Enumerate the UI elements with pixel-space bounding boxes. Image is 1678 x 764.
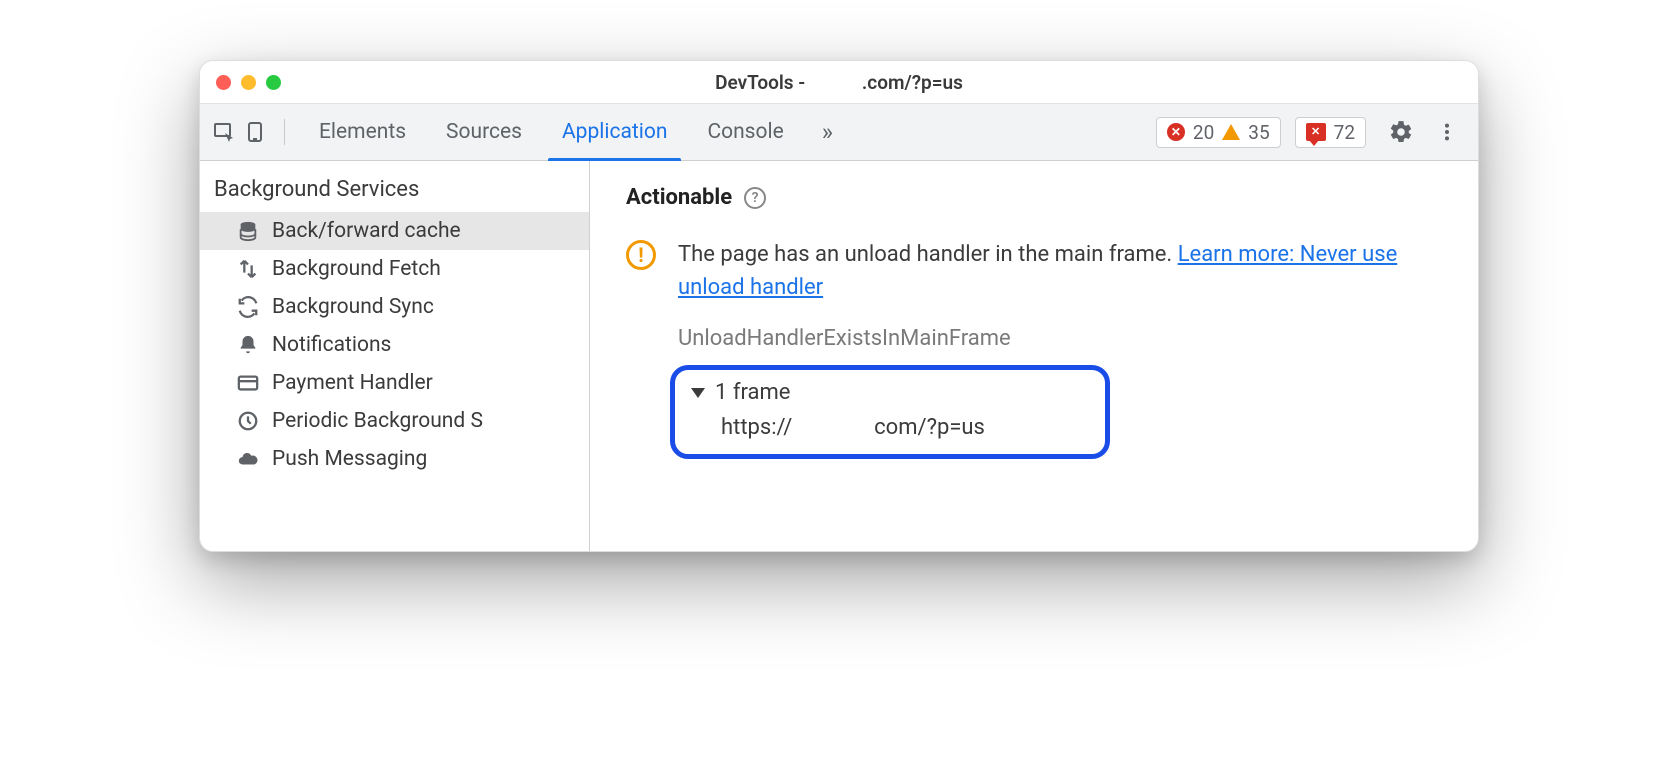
kebab-menu-button[interactable] [1432,117,1462,147]
warning-message: ! The page has an unload handler in the … [626,238,1442,304]
sidebar-label: Periodic Background S [272,409,483,433]
maximize-window-button[interactable] [266,75,281,90]
sidebar-label: Payment Handler [272,371,433,395]
cloud-icon [236,447,260,471]
error-icon: ✕ [1167,123,1185,141]
issues-count: 72 [1334,121,1355,144]
sidebar-item-bfcache[interactable]: Back/forward cache [200,212,589,250]
settings-button[interactable] [1386,117,1416,147]
sidebar-item-periodic-sync[interactable]: Periodic Background S [200,402,589,440]
issue-icon [1306,123,1326,141]
close-window-button[interactable] [216,75,231,90]
warning-text: The page has an unload handler in the ma… [678,238,1442,304]
title-prefix: DevTools - [715,71,805,94]
console-counts-badge[interactable]: ✕ 20 35 [1156,117,1281,148]
content-area: Background Services Back/forward cache [200,161,1478,551]
frame-tree-toggle[interactable]: 1 frame [691,380,1081,405]
sidebar-item-background-sync[interactable]: Background Sync [200,288,589,326]
sidebar-section-title: Background Services [200,169,589,212]
sidebar-label: Push Messaging [272,447,427,471]
help-icon[interactable]: ? [744,187,766,209]
sidebar-label: Notifications [272,333,391,357]
warning-body: The page has an unload handler in the ma… [678,242,1178,267]
frame-url-suffix: com/?p=us [874,415,985,440]
sidebar: Background Services Back/forward cache [200,161,590,551]
reason-name: UnloadHandlerExistsInMainFrame [678,326,1442,351]
disclosure-triangle-icon [691,388,705,398]
minimize-window-button[interactable] [241,75,256,90]
warning-circle-icon: ! [626,240,656,270]
tab-sources[interactable]: Sources [426,104,542,160]
toolbar: Elements Sources Application Console » ✕… [200,103,1478,161]
frame-count: 1 frame [715,380,790,405]
bell-icon [236,333,260,357]
frame-url[interactable]: https:// com/?p=us [691,405,1081,440]
sidebar-item-payment-handler[interactable]: Payment Handler [200,364,589,402]
title-url: .com/?p=us [862,71,963,94]
transfer-icon [236,257,260,281]
sidebar-item-background-fetch[interactable]: Background Fetch [200,250,589,288]
card-icon [236,371,260,395]
toolbar-divider [284,119,285,145]
warning-icon [1222,124,1240,140]
frame-tree-highlight: 1 frame https:// com/?p=us [670,365,1110,459]
tab-console[interactable]: Console [687,104,803,160]
tab-application[interactable]: Application [542,104,687,160]
traffic-lights [216,75,281,90]
errors-count: 20 [1193,121,1214,144]
sidebar-label: Background Fetch [272,257,441,281]
clock-icon [236,409,260,433]
sidebar-label: Back/forward cache [272,219,461,243]
main-panel: Actionable ? ! The page has an unload ha… [590,161,1478,551]
panel-tabs: Elements Sources Application Console [299,104,804,160]
device-toggle-icon[interactable] [242,118,270,146]
devtools-window: DevTools - .com/?p=us Elements Sources A… [199,60,1479,552]
titlebar: DevTools - .com/?p=us [200,61,1478,103]
section-title-text: Actionable [626,185,732,210]
sync-icon [236,295,260,319]
inspect-element-icon[interactable] [210,118,238,146]
sidebar-label: Background Sync [272,295,434,319]
tab-elements[interactable]: Elements [299,104,426,160]
frame-url-prefix: https:// [721,415,792,440]
database-icon [236,219,260,243]
warnings-count: 35 [1248,121,1269,144]
window-title: DevTools - .com/?p=us [715,71,963,94]
sidebar-item-notifications[interactable]: Notifications [200,326,589,364]
section-title: Actionable ? [626,185,1442,210]
more-tabs-button[interactable]: » [808,118,847,146]
issues-badge[interactable]: 72 [1295,117,1366,148]
sidebar-item-push-messaging[interactable]: Push Messaging [200,440,589,478]
